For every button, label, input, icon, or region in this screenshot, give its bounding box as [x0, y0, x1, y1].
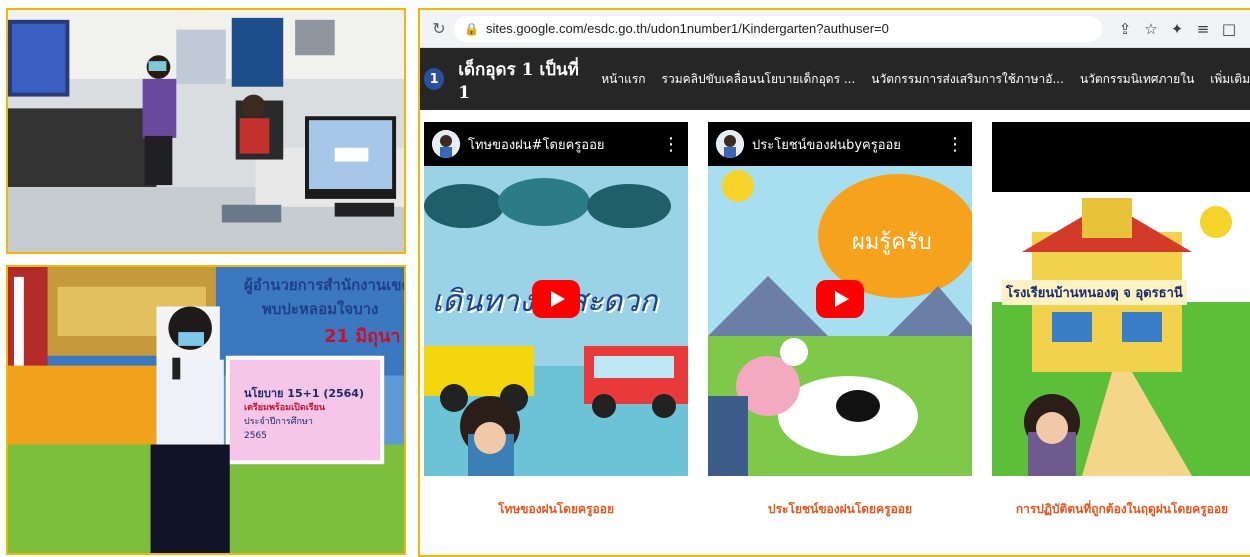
- channel-avatar[interactable]: [432, 130, 460, 158]
- address-bar[interactable]: 🔒 sites.google.com/esdc.go.th/udon1numbe…: [454, 15, 1102, 42]
- more-options-icon[interactable]: ⋮: [946, 134, 964, 155]
- site-header: 1 เด็กอุดร 1 เป็นที่ 1 หน้าแรก รวมคลิปขั…: [420, 48, 1250, 110]
- star-icon[interactable]: ☆: [1138, 18, 1164, 40]
- classroom-photo: [6, 8, 406, 254]
- nav-clips[interactable]: รวมคลิปขับเคลื่อนนโยบายเด็กอุดร ...: [662, 70, 856, 89]
- site-nav: หน้าแรก รวมคลิปขับเคลื่อนนโยบายเด็กอุดร …: [585, 70, 1250, 89]
- video-grid: โทษของฝน#โดยครูออย ⋮ ประโยชน์ของฝนbyครูอ…: [420, 110, 1250, 555]
- video-card-1[interactable]: โทษของฝน#โดยครูออย ⋮: [424, 122, 688, 476]
- share-icon[interactable]: ⇪: [1112, 18, 1138, 40]
- nav-supervision[interactable]: นวัตกรรมนิเทศภายใน: [1080, 70, 1194, 89]
- nav-home[interactable]: หน้าแรก: [601, 70, 645, 89]
- video-title[interactable]: ประโยชน์ของฝนbyครูออย: [752, 134, 946, 155]
- browser-window: ↻ 🔒 sites.google.com/esdc.go.th/udon1num…: [418, 8, 1250, 557]
- poster-line-4: 2565: [244, 431, 267, 441]
- window-icon[interactable]: □: [1216, 18, 1242, 40]
- banner-date: 21 มิถุนา: [324, 326, 401, 347]
- channel-avatar[interactable]: [716, 130, 744, 158]
- play-button[interactable]: [532, 280, 580, 318]
- video-thumbnail: ผมรู้ครับ: [708, 166, 972, 476]
- video-caption-1[interactable]: โทษของฝนโดยครูออย: [424, 500, 688, 519]
- thumbnail-text: ผมรู้ครับ: [852, 230, 932, 255]
- poster-line-3: ประจำปีการศึกษา: [244, 417, 313, 427]
- video-header: โทษของฝน#โดยครูออย ⋮: [424, 122, 688, 166]
- lock-icon: 🔒: [464, 21, 479, 36]
- video-caption-3[interactable]: การปฏิบัติตนที่ถูกต้องในฤดูฝนโดยครูออย: [992, 500, 1250, 519]
- more-options-icon[interactable]: ⋮: [662, 134, 680, 155]
- video-header: ประโยชน์ของฝนbyครูออย ⋮: [708, 122, 972, 166]
- video-card-3[interactable]: โรงเรียนบ้านหนองตุ จ อุดรธานี: [992, 122, 1250, 476]
- reload-icon[interactable]: ↻: [428, 18, 450, 40]
- student-speech-photo: ผู้อำนวยการสำนักงานเขตพื้น พบปะหลอมใจบาง…: [6, 265, 406, 555]
- site-title[interactable]: เด็กอุดร 1 เป็นที่ 1: [458, 56, 585, 103]
- video-title[interactable]: โทษของฝน#โดยครูออย: [468, 134, 662, 155]
- nav-language-innovation[interactable]: นวัตกรรมการส่งเสริมการใช้ภาษาอั...: [871, 70, 1064, 89]
- extension-icon[interactable]: ✦: [1164, 18, 1190, 40]
- video-thumbnail: เดินทางไม่สะดวก: [424, 166, 688, 476]
- thumbnail-text: โรงเรียนบ้านหนองตุ จ อุดรธานี: [1002, 280, 1187, 305]
- video-caption-2[interactable]: ประโยชน์ของฝนโดยครูออย: [708, 500, 972, 519]
- poster-line-2: เตรียมพร้อมเปิดเรียน: [244, 403, 326, 413]
- url-text: sites.google.com/esdc.go.th/udon1number1…: [486, 21, 889, 36]
- nav-more[interactable]: เพิ่มเติม: [1210, 70, 1250, 89]
- play-button[interactable]: [816, 280, 864, 318]
- video-card-2[interactable]: ประโยชน์ของฝนbyครูออย ⋮ ผมรู้ครับ: [708, 122, 972, 476]
- banner-subtext: พบปะหลอมใจบาง: [262, 300, 379, 318]
- poster: นโยบาย 15+1 (2564) เตรียมพร้อมเปิดเรียน …: [244, 387, 374, 443]
- site-logo[interactable]: 1: [424, 68, 445, 90]
- page: ผู้อำนวยการสำนักงานเขตพื้น พบปะหลอมใจบาง…: [0, 0, 1250, 557]
- video-thumbnail: โรงเรียนบ้านหนองตุ จ อุดรธานี: [992, 192, 1250, 476]
- browser-toolbar: ↻ 🔒 sites.google.com/esdc.go.th/udon1num…: [420, 10, 1250, 48]
- poster-line-1: นโยบาย 15+1 (2564): [244, 387, 364, 400]
- banner-text: ผู้อำนวยการสำนักงานเขตพื้น: [244, 276, 404, 294]
- menu-icon[interactable]: ≡: [1190, 18, 1216, 40]
